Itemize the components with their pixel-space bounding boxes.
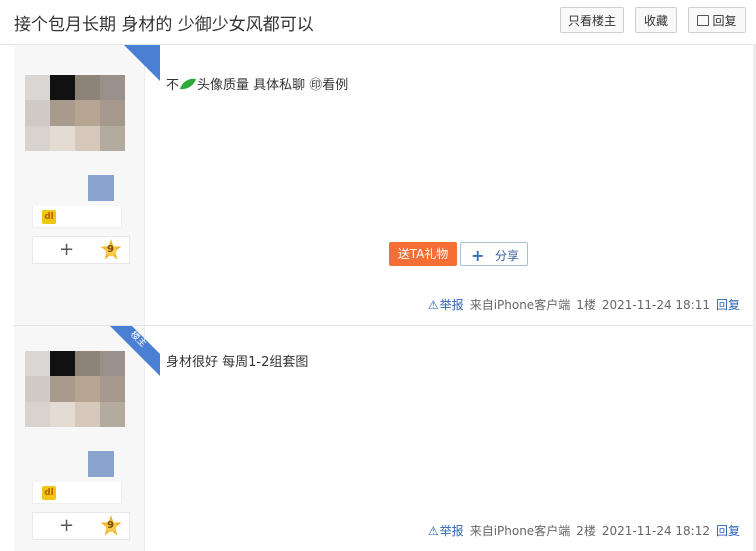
- send-gift-button[interactable]: 送TA礼物: [389, 242, 457, 266]
- reply-link[interactable]: 回复: [716, 524, 740, 538]
- author-info: dl: [32, 206, 122, 228]
- level-number: 9: [107, 244, 114, 255]
- only-op-button[interactable]: 只看楼主: [560, 7, 624, 33]
- source-text: 来自iPhone客户端: [469, 298, 571, 312]
- post-tail: ⚠举报 来自iPhone客户端 2楼 2021-11-24 18:12 回复: [422, 522, 740, 539]
- follow-plus-icon[interactable]: +: [59, 515, 74, 536]
- share-label: 分享: [495, 249, 520, 263]
- author-info: dl: [32, 482, 122, 504]
- member-icon: dl: [42, 486, 56, 500]
- reply-icon: [697, 15, 710, 26]
- floor-number: 2楼: [576, 524, 596, 538]
- reply-button-label: 回复: [712, 14, 737, 28]
- thread-title: 接个包月长期 身材的 少御少女风都可以: [14, 15, 314, 35]
- level-badge: [88, 175, 114, 201]
- reply-link[interactable]: 回复: [716, 298, 740, 312]
- report-link[interactable]: ⚠举报: [428, 298, 464, 312]
- post-floor-1: dl + 9 不头像质量 具体私聊 ㊞看例 送TA礼物 + 分享 ⚠举报 来自iP…: [14, 45, 756, 326]
- op-tag: [124, 45, 160, 81]
- post-content: 身材很好 每周1-2组套图: [166, 355, 309, 370]
- leaf-icon: [180, 78, 197, 90]
- floor-number: 1楼: [576, 298, 596, 312]
- author-actions: + 9: [32, 512, 130, 540]
- share-cross-icon: +: [471, 246, 485, 265]
- level-number: 9: [107, 520, 114, 531]
- source-text: 来自iPhone客户端: [469, 524, 571, 538]
- avatar[interactable]: [25, 75, 125, 151]
- reply-button[interactable]: 回复: [688, 7, 746, 33]
- post-tail: ⚠举报 来自iPhone客户端 1楼 2021-11-24 18:11 回复: [422, 296, 740, 313]
- favorite-button[interactable]: 收藏: [635, 7, 677, 33]
- thread-header: 接个包月长期 身材的 少御少女风都可以 只看楼主 收藏 回复: [0, 0, 756, 45]
- report-link[interactable]: ⚠举报: [428, 524, 464, 538]
- post-time: 2021-11-24 18:11: [601, 298, 710, 312]
- author-actions: + 9: [32, 236, 130, 264]
- share-button[interactable]: + 分享: [460, 242, 528, 266]
- post-floor-2: 楼主 dl + 9 身材很好 每周1-2组套图 ⚠举报 来自iPhone客户端 2楼…: [14, 326, 756, 551]
- level-badge: [88, 451, 114, 477]
- avatar[interactable]: [25, 351, 125, 427]
- post-time: 2021-11-24 18:12: [601, 524, 710, 538]
- member-icon: dl: [42, 210, 56, 224]
- post-content: 不头像质量 具体私聊 ㊞看例: [166, 78, 349, 93]
- follow-plus-icon[interactable]: +: [59, 239, 74, 260]
